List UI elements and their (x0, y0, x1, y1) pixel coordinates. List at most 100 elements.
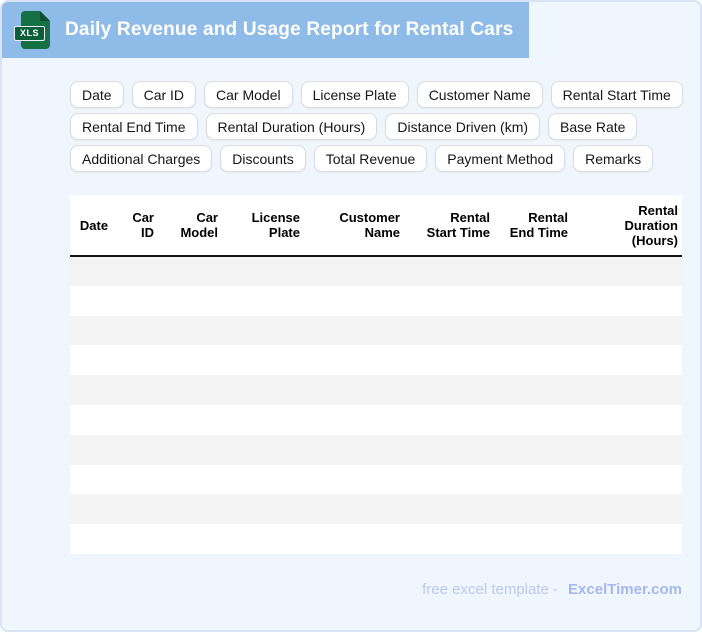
table-cell (162, 524, 226, 554)
column-header-car-model: Car Model (180, 210, 218, 240)
table-cell (118, 465, 162, 495)
column-header-rental-start-time: Rental Start Time (426, 210, 490, 240)
chip-license-plate[interactable]: License Plate (300, 81, 409, 108)
column-header-rental-end-time: Rental End Time (509, 210, 568, 240)
table-row (70, 465, 682, 495)
column-header-car-id: Car ID (132, 210, 154, 240)
table-row (70, 524, 682, 554)
table-cell (162, 316, 226, 346)
table-cell (408, 435, 498, 465)
table-cell (308, 405, 408, 435)
report-table: Date Car ID Car Model License Plate Cust… (70, 195, 682, 554)
table-cell (226, 524, 308, 554)
table-cell (408, 375, 498, 405)
table-cell (408, 345, 498, 375)
chip-row-2: Rental End Time Rental Duration (Hours) … (70, 113, 688, 140)
table-cell (118, 345, 162, 375)
template-preview-card: XLS Daily Revenue and Usage Report for R… (0, 0, 702, 632)
table-cell (576, 316, 682, 346)
table-cell (226, 435, 308, 465)
chip-base-rate[interactable]: Base Rate (548, 113, 638, 140)
chip-payment-method[interactable]: Payment Method (435, 145, 566, 172)
table-cell (308, 345, 408, 375)
table-row (70, 256, 682, 286)
column-header-date: Date (79, 217, 109, 233)
table-row (70, 405, 682, 435)
table-cell (408, 256, 498, 286)
table-cell (498, 345, 576, 375)
chip-rental-duration[interactable]: Rental Duration (Hours) (205, 113, 378, 140)
table-cell (226, 494, 308, 524)
table-row (70, 345, 682, 375)
table-cell (576, 494, 682, 524)
chip-rental-start-time[interactable]: Rental Start Time (550, 81, 683, 108)
footer: free excel template - ExcelTimer.com (70, 581, 682, 598)
brand-link[interactable]: ExcelTimer.com (568, 581, 682, 598)
table-cell (118, 435, 162, 465)
table-cell (408, 286, 498, 316)
table-cell (576, 286, 682, 316)
field-chip-list: Date Car ID Car Model License Plate Cust… (70, 81, 688, 177)
column-header-customer-name: Customer Name (339, 210, 400, 240)
table-row (70, 434, 682, 465)
chip-rental-end-time[interactable]: Rental End Time (70, 113, 198, 140)
table-cell (408, 494, 498, 524)
table-cell (162, 494, 226, 524)
table-cell (498, 375, 576, 405)
table-cell (226, 256, 308, 286)
table-cell (162, 435, 226, 465)
table-cell (118, 375, 162, 405)
table-cell (70, 345, 118, 375)
table-cell (118, 405, 162, 435)
table-cell (226, 465, 308, 495)
chip-discounts[interactable]: Discounts (220, 145, 306, 172)
table-cell (226, 375, 308, 405)
table-cell (498, 494, 576, 524)
table-cell (162, 256, 226, 286)
table-cell (118, 286, 162, 316)
folded-corner (40, 11, 50, 21)
table-cell (408, 405, 498, 435)
table-cell (498, 465, 576, 495)
table-header-row: Date Car ID Car Model License Plate Cust… (70, 195, 682, 256)
chip-car-model[interactable]: Car Model (204, 81, 293, 108)
table-cell (118, 316, 162, 346)
table-cell (498, 316, 576, 346)
header-banner: XLS Daily Revenue and Usage Report for R… (2, 2, 529, 58)
table-cell (576, 375, 682, 405)
table-cell (118, 524, 162, 554)
column-header-license-plate: License Plate (251, 210, 300, 240)
table-cell (576, 465, 682, 495)
table-cell (162, 405, 226, 435)
table-cell (118, 494, 162, 524)
chip-remarks[interactable]: Remarks (573, 145, 654, 172)
table-cell (308, 316, 408, 346)
table-cell (70, 405, 118, 435)
table-cell (118, 256, 162, 286)
table-cell (226, 345, 308, 375)
table-cell (408, 465, 498, 495)
table-cell (576, 435, 682, 465)
table-cell (308, 494, 408, 524)
xls-label: XLS (14, 26, 46, 41)
table-cell (308, 524, 408, 554)
table-cell (162, 375, 226, 405)
chip-total-revenue[interactable]: Total Revenue (313, 145, 428, 172)
table-cell (162, 345, 226, 375)
table-cell (498, 435, 576, 465)
spreadsheet-preview: Date Car ID Car Model License Plate Cust… (70, 195, 682, 554)
table-row (70, 375, 682, 405)
chip-distance-driven[interactable]: Distance Driven (km) (385, 113, 541, 140)
table-cell (308, 375, 408, 405)
page-title: Daily Revenue and Usage Report for Renta… (65, 19, 514, 40)
chip-car-id[interactable]: Car ID (131, 81, 197, 108)
table-cell (70, 524, 118, 554)
chip-row-3: Additional Charges Discounts Total Reven… (70, 145, 688, 172)
chip-additional-charges[interactable]: Additional Charges (70, 145, 213, 172)
table-cell (408, 316, 498, 346)
table-cell (308, 286, 408, 316)
chip-date[interactable]: Date (70, 81, 124, 108)
table-cell (226, 405, 308, 435)
table-cell (70, 494, 118, 524)
chip-customer-name[interactable]: Customer Name (416, 81, 543, 108)
